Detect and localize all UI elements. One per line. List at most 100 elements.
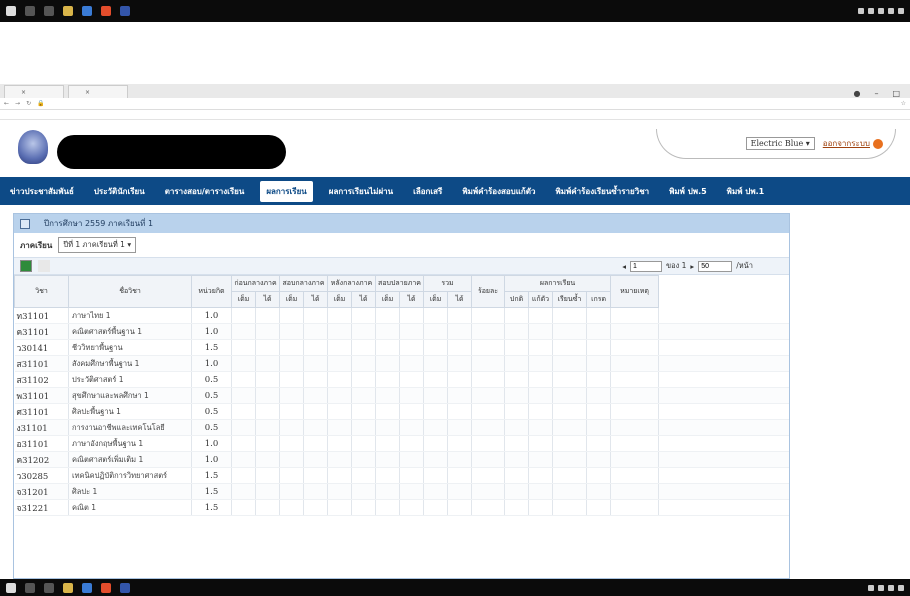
- column-header: หน่วยกิต: [191, 275, 232, 308]
- cell-empty: [327, 451, 352, 468]
- star-icon[interactable]: ☆: [901, 100, 906, 107]
- cell-credit: 1.5: [191, 467, 232, 484]
- forward-icon[interactable]: →: [15, 100, 20, 107]
- table-row[interactable]: ส31102 ประวัติศาสตร์ 1 0.5: [14, 371, 789, 388]
- prev-page-icon[interactable]: ◂: [622, 262, 626, 271]
- cell-empty: [399, 499, 425, 516]
- cell-empty: [279, 499, 304, 516]
- cell-empty: [375, 323, 400, 340]
- browser-tab[interactable]: ×: [4, 85, 64, 98]
- nav-item[interactable]: พิมพ์คำร้องสอบแก้ตัว: [452, 177, 545, 205]
- cell-empty: [255, 419, 280, 436]
- nav-item[interactable]: ผลการเรียน: [254, 177, 318, 205]
- term-select[interactable]: ปีที่ 1 ภาคเรียนที่ 1 ▾: [58, 237, 137, 253]
- nav-item[interactable]: ผลการเรียนไม่ผ่าน: [319, 177, 403, 205]
- cell-empty: [447, 387, 473, 404]
- cell-name: ศิลปะพื้นฐาน 1: [68, 403, 192, 420]
- nav-item[interactable]: ตารางสอบ/ตารางเรียน: [155, 177, 255, 205]
- table-row[interactable]: ว30285 เทคนิคปฏิบัติการวิทยาศาสตร์ 1.5: [14, 467, 789, 484]
- table-row[interactable]: ศ31101 ศิลปะพื้นฐาน 1 0.5: [14, 403, 789, 420]
- cell-empty: [327, 339, 352, 356]
- cell-empty: [471, 499, 506, 516]
- table-row[interactable]: ค31101 คณิตศาสตร์พื้นฐาน 1 1.0: [14, 323, 789, 340]
- table-row[interactable]: ว30141 ชีววิทยาพื้นฐาน 1.5: [14, 339, 789, 356]
- cell-empty: [255, 355, 280, 372]
- nav-item-label: ประวัตินักเรียน: [93, 186, 145, 196]
- nav-item[interactable]: พิมพ์ ปพ.5: [659, 177, 717, 205]
- cell-empty: [528, 371, 554, 388]
- back-icon[interactable]: ←: [4, 100, 9, 107]
- maximize-icon[interactable]: □: [892, 89, 900, 98]
- nav-item-label: พิมพ์คำร้องเรียนซ้ำรายวิชา: [555, 186, 650, 196]
- edge-icon[interactable]: [82, 582, 92, 593]
- column-header: เต็ม: [423, 291, 449, 308]
- page-size-input[interactable]: [698, 260, 733, 272]
- excel-export-icon[interactable]: [20, 260, 32, 272]
- file-explorer-icon[interactable]: [63, 582, 73, 593]
- start-icon[interactable]: [6, 582, 16, 593]
- table-row[interactable]: จ31221 คณิต 1 1.5: [14, 499, 789, 516]
- edge-icon[interactable]: [82, 6, 92, 16]
- nav-item[interactable]: พิมพ์ ปพ.1: [717, 177, 775, 205]
- chrome-icon[interactable]: [101, 582, 111, 593]
- cell-empty: [658, 371, 789, 388]
- table-row[interactable]: ส31101 สังคมศึกษาพื้นฐาน 1 1.0: [14, 355, 789, 372]
- minimize-icon[interactable]: –: [874, 89, 878, 98]
- chrome-icon[interactable]: [101, 6, 111, 16]
- page-number-input[interactable]: [629, 260, 662, 272]
- cell-empty: [255, 451, 280, 468]
- close-icon[interactable]: ×: [85, 89, 90, 96]
- collapse-icon[interactable]: [20, 218, 30, 229]
- nav-item[interactable]: ข่าวประชาสัมพันธ์: [0, 177, 84, 205]
- cell-empty: [231, 483, 256, 500]
- cell-empty: [586, 451, 612, 468]
- taskview-icon[interactable]: [44, 6, 54, 16]
- table-row[interactable]: จ31201 ศิลปะ 1 1.5: [14, 483, 789, 500]
- start-icon[interactable]: [6, 6, 16, 16]
- logout-link[interactable]: ออกจากระบบ: [823, 137, 883, 150]
- cell-empty: [504, 451, 530, 468]
- cell-empty: [586, 371, 612, 388]
- system-tray[interactable]: [868, 584, 904, 591]
- cell-empty: [552, 355, 588, 372]
- cell-empty: [471, 419, 506, 436]
- cell-empty: [279, 435, 304, 452]
- refresh-icon[interactable]: [38, 260, 50, 272]
- table-row[interactable]: ง31101 การงานอาชีพและเทคโนโลยี 0.5: [14, 419, 789, 436]
- table-row[interactable]: พ31101 สุขศึกษาและพลศึกษา 1 0.5: [14, 387, 789, 404]
- cell-empty: [351, 339, 376, 356]
- theme-select[interactable]: Electric Blue ▾: [745, 137, 815, 150]
- system-tray[interactable]: [858, 8, 904, 14]
- cell-empty: [231, 339, 256, 356]
- cell-empty: [447, 419, 473, 436]
- cell-empty: [303, 339, 328, 356]
- reload-icon[interactable]: ↻: [26, 100, 31, 107]
- cell-empty: [255, 371, 280, 388]
- cell-empty: [658, 467, 789, 484]
- user-icon[interactable]: ●: [853, 89, 860, 98]
- cell-empty: [658, 323, 789, 340]
- search-icon[interactable]: [25, 6, 35, 16]
- search-icon[interactable]: [25, 582, 35, 593]
- nav-item[interactable]: ประวัตินักเรียน: [84, 177, 155, 205]
- next-page-icon[interactable]: ▸: [690, 262, 694, 271]
- browser-tab[interactable]: ×: [68, 85, 128, 98]
- app-icon[interactable]: [120, 582, 130, 593]
- taskview-icon[interactable]: [44, 582, 54, 593]
- table-row[interactable]: อ31101 ภาษาอังกฤษพื้นฐาน 1 1.0: [14, 435, 789, 452]
- close-icon[interactable]: ×: [21, 89, 26, 96]
- table-row[interactable]: ค31202 คณิตศาสตร์เพิ่มเติม 1 1.0: [14, 451, 789, 468]
- column-header: เกรด: [586, 291, 612, 308]
- table-row[interactable]: ท31101 ภาษาไทย 1 1.0: [14, 307, 789, 324]
- nav-item[interactable]: เลือกเสรี: [403, 177, 452, 205]
- app-icon[interactable]: [120, 6, 130, 16]
- cell-empty: [586, 323, 612, 340]
- cell-empty: [528, 339, 554, 356]
- cell-empty: [504, 419, 530, 436]
- file-explorer-icon[interactable]: [63, 6, 73, 16]
- school-logo: [18, 130, 48, 164]
- cell-empty: [255, 467, 280, 484]
- header-tools: Electric Blue ▾ ออกจากระบบ: [656, 129, 896, 159]
- nav-item[interactable]: พิมพ์คำร้องเรียนซ้ำรายวิชา: [545, 177, 659, 205]
- cell-empty: [658, 499, 789, 516]
